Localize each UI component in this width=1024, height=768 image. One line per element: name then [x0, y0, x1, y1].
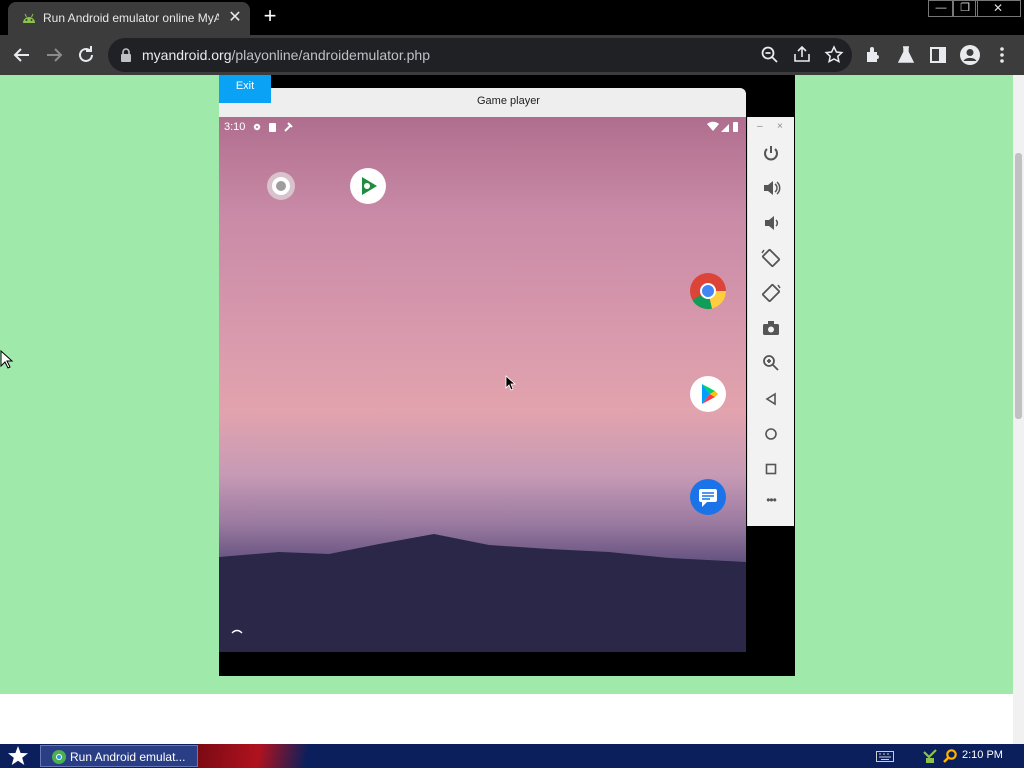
- chrome-icon[interactable]: [689, 272, 727, 310]
- window-close-button[interactable]: ✕: [975, 0, 1021, 17]
- player-title-bar: Game player: [271, 88, 746, 117]
- more-options-icon[interactable]: •••: [758, 493, 784, 519]
- profile-avatar-icon[interactable]: [958, 43, 982, 67]
- side-panel-icon[interactable]: [926, 43, 950, 67]
- url-text[interactable]: myandroid.org/playonline/androidemulator…: [142, 47, 562, 65]
- taskbar-accent: [198, 744, 318, 768]
- page-scrollbar[interactable]: [1013, 75, 1024, 744]
- chrome-taskbar-icon: [52, 750, 66, 764]
- panel-minimize-icon[interactable]: –: [757, 121, 763, 132]
- play-games-icon[interactable]: [349, 167, 387, 205]
- window-minimize-button[interactable]: —: [928, 0, 954, 17]
- forward-arrow-icon[interactable]: [42, 43, 66, 67]
- scrollbar-thumb[interactable]: [1015, 153, 1022, 419]
- taskbar-item-label: Run Android emulat...: [70, 750, 186, 764]
- zoom-icon[interactable]: [758, 350, 784, 376]
- address-bar[interactable]: myandroid.org/playonline/androidemulator…: [108, 38, 852, 72]
- page-footer-area: [0, 694, 1013, 744]
- tab-strip: Run Android emulator online MyAndroid ✕ …: [0, 0, 1024, 35]
- messages-icon[interactable]: [689, 478, 727, 516]
- rotate-left-icon[interactable]: [758, 245, 784, 271]
- zoom-search-icon[interactable]: [758, 43, 782, 67]
- taskbar-clock: 2:10 PM: [962, 749, 1003, 761]
- tab-close-icon[interactable]: ✕: [226, 8, 244, 28]
- status-notification-icons: [253, 122, 293, 132]
- back-triangle-icon[interactable]: [758, 386, 784, 412]
- start-star-icon[interactable]: [6, 745, 30, 767]
- network-tray-icon[interactable]: [922, 748, 938, 764]
- play-store-icon[interactable]: [689, 375, 727, 413]
- emulator-control-panel: – × •••: [747, 117, 794, 526]
- volume-down-icon[interactable]: [758, 210, 784, 236]
- volume-up-icon[interactable]: [758, 175, 784, 201]
- app-drawer-chevron-icon[interactable]: [231, 627, 243, 635]
- mouse-cursor-icon: [505, 375, 517, 391]
- taskbar-chrome-item[interactable]: Run Android emulat...: [40, 745, 198, 767]
- player-bar-edge: [219, 103, 271, 117]
- panel-close-icon[interactable]: ×: [777, 121, 783, 132]
- search-tray-icon[interactable]: [942, 748, 958, 764]
- browser-menu-icon[interactable]: [990, 43, 1014, 67]
- browser-toolbar: myandroid.org/playonline/androidemulator…: [0, 35, 1024, 75]
- keyboard-icon[interactable]: [876, 751, 894, 762]
- browser-tab[interactable]: Run Android emulator online MyAndroid ✕: [8, 2, 250, 35]
- share-icon[interactable]: [790, 43, 814, 67]
- bookmark-star-icon[interactable]: [822, 43, 846, 67]
- status-time: 3:10: [224, 121, 246, 133]
- exit-button[interactable]: Exit: [219, 75, 271, 103]
- extensions-icon[interactable]: [862, 43, 886, 67]
- home-circle-icon[interactable]: [758, 421, 784, 447]
- labs-flask-icon[interactable]: [894, 43, 918, 67]
- mountain-silhouette: [219, 534, 746, 652]
- reload-icon[interactable]: [74, 43, 98, 67]
- back-arrow-icon[interactable]: [10, 43, 34, 67]
- android-favicon-icon: [23, 13, 35, 23]
- player-title: Game player: [477, 95, 540, 107]
- status-signal-battery-icons: [707, 121, 738, 132]
- overview-square-icon[interactable]: [758, 456, 784, 482]
- power-icon[interactable]: [758, 140, 784, 166]
- rotate-right-icon[interactable]: [758, 280, 784, 306]
- tab-title: Run Android emulator online MyAndroid: [43, 11, 219, 25]
- taskbar: Run Android emulat... 2:10 PM: [0, 744, 1024, 768]
- settings-app-icon[interactable]: [262, 167, 300, 205]
- camera-screenshot-icon[interactable]: [758, 315, 784, 341]
- desktop-mouse-cursor-icon: [0, 350, 14, 369]
- android-screen[interactable]: 3:10: [219, 117, 746, 652]
- url-host: myandroid.org: [142, 47, 232, 63]
- new-tab-button[interactable]: +: [258, 5, 282, 29]
- lock-icon[interactable]: [120, 48, 132, 62]
- url-path: /playonline/androidemulator.php: [231, 47, 430, 63]
